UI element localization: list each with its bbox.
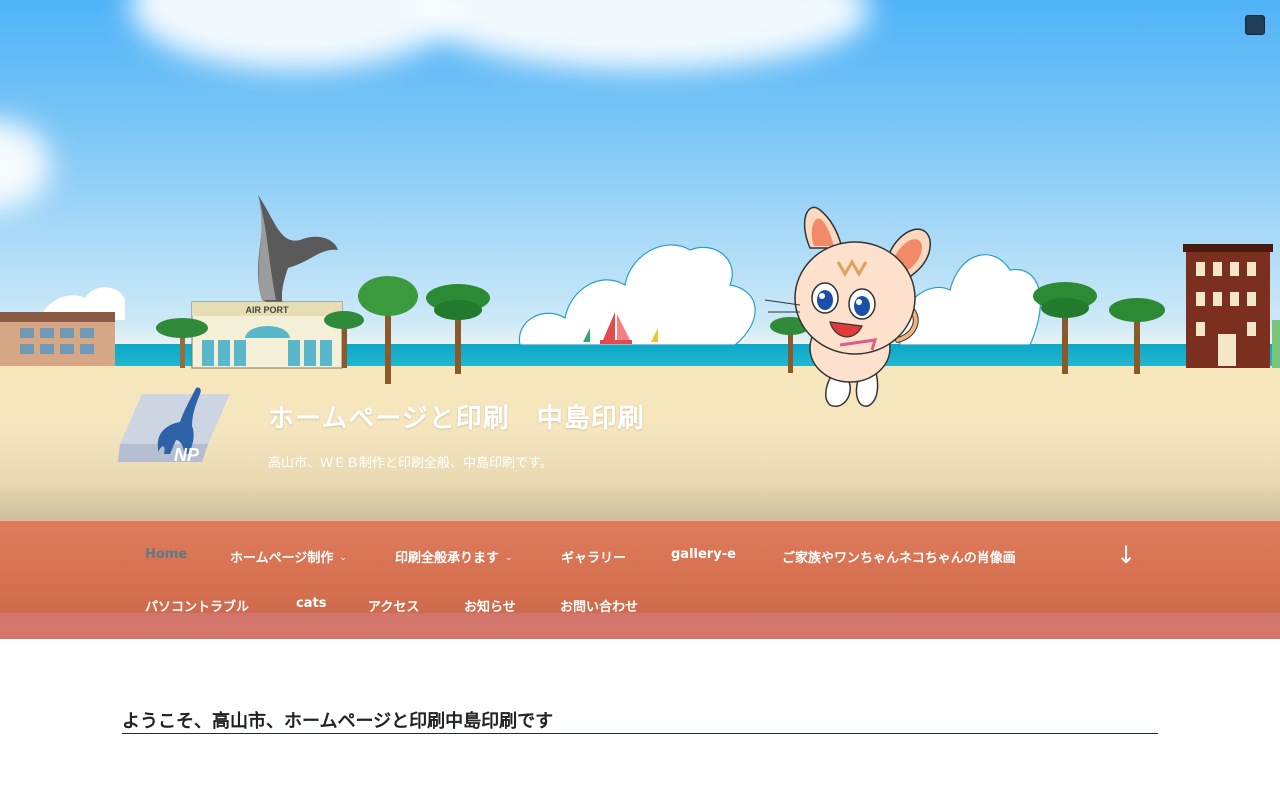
site-title[interactable]: ホームページと印刷 中島印刷 xyxy=(268,398,645,435)
nav-item-label: パソコントラブル xyxy=(145,600,250,615)
chevron-down-icon: ⌄ xyxy=(339,552,347,563)
chevron-down-icon: ⌄ xyxy=(505,552,513,563)
nav-item-label: 印刷全般承ります xyxy=(395,551,500,566)
airport-sign: AIR PORT xyxy=(245,305,289,315)
square-icon[interactable] xyxy=(1245,15,1265,35)
nav-item-printing[interactable]: 印刷全般承ります ⌄ xyxy=(395,547,513,566)
nav-item-label: ホームページ制作 xyxy=(230,551,334,566)
nav-item-access[interactable]: アクセス xyxy=(368,596,419,615)
nav-item-news[interactable]: お知らせ xyxy=(464,596,516,615)
nav-item-label: お問い合わせ xyxy=(560,600,639,615)
svg-text:NP: NP xyxy=(174,445,200,465)
nav-item-contact[interactable]: お問い合わせ xyxy=(560,596,638,615)
site-description: 高山市、ＷＥＢ制作と印刷全般、中島印刷です。 xyxy=(268,456,553,471)
nav-item-label: gallery-e xyxy=(671,547,736,562)
nav-item-home[interactable]: Home xyxy=(145,547,187,562)
nav-item-label: お知らせ xyxy=(464,600,516,615)
nav-item-label: Home xyxy=(145,547,188,562)
nav-item-portraits[interactable]: ご家族やワンちゃんネコちゃんの肖像画 xyxy=(782,547,1016,566)
nav-item-pc-trouble[interactable]: パソコントラブル xyxy=(145,596,249,615)
nav-item-cats[interactable]: cats xyxy=(296,596,326,611)
nav-item-gallery[interactable]: ギャラリー xyxy=(561,547,626,566)
main-navigation xyxy=(0,520,1280,639)
nav-item-label: アクセス xyxy=(368,600,420,615)
welcome-heading: ようこそ、高山市、ホームページと印刷中島印刷です xyxy=(122,711,554,732)
nav-item-label: ギャラリー xyxy=(561,551,627,566)
nav-item-homepage-production[interactable]: ホームページ制作 ⌄ xyxy=(230,547,347,566)
heading-divider xyxy=(122,733,1158,734)
nav-item-gallery-e[interactable]: gallery-e xyxy=(671,547,736,562)
site-logo[interactable]: NP xyxy=(118,382,234,466)
nav-item-label: cats xyxy=(296,596,327,611)
nav-item-label: ご家族やワンちゃんネコちゃんの肖像画 xyxy=(782,551,1016,566)
arrow-down-icon[interactable]: ↓ xyxy=(1114,541,1138,569)
header-banner: AIR PORT NP ホームページと印刷 中島印刷 高山市、ＷＥＢ制作と印刷全… xyxy=(0,0,1280,520)
